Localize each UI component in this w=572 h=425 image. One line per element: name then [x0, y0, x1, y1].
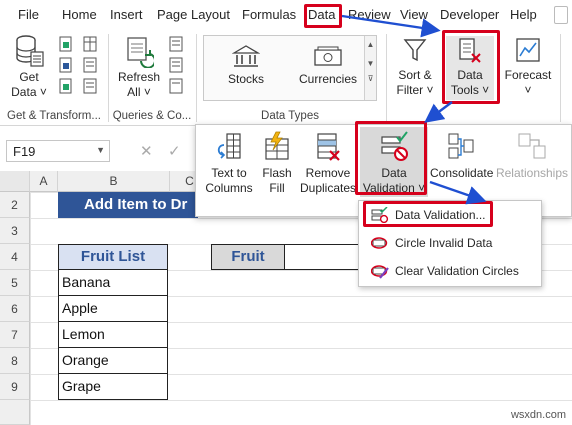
arrow-to-menu-item [429, 180, 487, 205]
arrow-to-data-validation [424, 101, 453, 123]
arrow-to-data-tools [341, 14, 441, 38]
watermark: wsxdn.com [510, 409, 566, 421]
tutorial-arrows [341, 14, 487, 205]
